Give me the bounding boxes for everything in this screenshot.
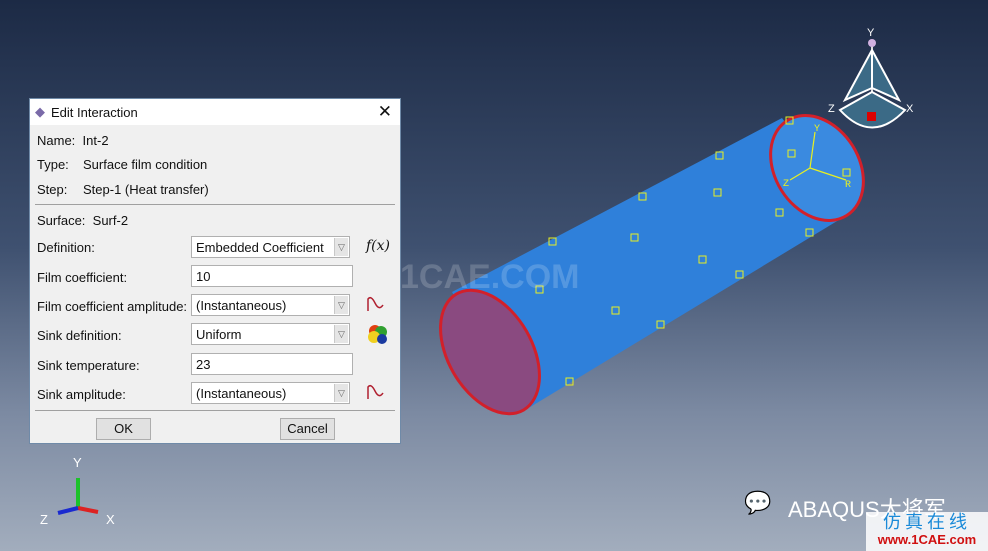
divider — [35, 410, 395, 411]
surface-row: Surface: Surf-2 — [37, 213, 128, 228]
csys-y-label: Y — [814, 124, 820, 135]
definition-select[interactable]: Embedded Coefficient ▽ — [191, 236, 350, 258]
sink-definition-label: Sink definition: — [37, 328, 122, 343]
chevron-down-icon[interactable]: ▽ — [334, 238, 348, 256]
type-value: Surface film condition — [83, 157, 208, 172]
cube-x-label: X — [906, 103, 914, 115]
name-row: Name: Int-2 — [37, 133, 109, 148]
triad-x-label: X — [106, 512, 115, 527]
definition-value: Embedded Coefficient — [196, 240, 324, 255]
csys-z-label: Z — [783, 179, 789, 190]
step-label: Step: — [37, 182, 68, 197]
step-value: Step-1 (Heat transfer) — [83, 182, 209, 197]
view-cube[interactable]: Y Z X — [828, 27, 914, 129]
film-coefficient-input[interactable]: 10 — [191, 265, 353, 287]
abaqus-app-icon: ◆ — [35, 104, 45, 119]
surface-value: Surf-2 — [92, 213, 129, 228]
type-label: Type: — [37, 157, 69, 172]
dialog-title: Edit Interaction — [51, 104, 138, 120]
sink-amplitude-select[interactable]: (Instantaneous) ▽ — [191, 382, 350, 404]
close-icon[interactable]: ✕ — [378, 102, 392, 122]
watermark-site: 仿真在线 www.1CAE.com — [866, 512, 988, 551]
chevron-down-icon[interactable]: ▽ — [334, 296, 348, 314]
film-amplitude-label: Film coefficient amplitude: — [37, 299, 188, 314]
cube-z-label: Z — [828, 103, 835, 115]
sink-temperature-label: Sink temperature: — [37, 358, 140, 373]
amplitude-icon[interactable] — [366, 295, 386, 313]
type-row: Type: Surface film condition — [37, 157, 207, 172]
watermark-center: 1CAE.COM — [400, 258, 579, 296]
triad-y-label: Y — [73, 455, 82, 470]
name-value: Int-2 — [82, 133, 109, 148]
edit-interaction-dialog: ◆ Edit Interaction ✕ Name: Int-2 Type: Su… — [29, 98, 401, 444]
sink-temperature-input[interactable]: 23 — [191, 353, 353, 375]
dialog-titlebar[interactable]: ◆ Edit Interaction ✕ — [30, 99, 400, 125]
definition-label: Definition: — [37, 240, 95, 255]
step-row: Step: Step-1 (Heat transfer) — [37, 182, 209, 197]
surface-label: Surface: — [37, 213, 86, 228]
csys-r-label: R — [845, 180, 851, 191]
chevron-down-icon[interactable]: ▽ — [334, 325, 348, 343]
sink-definition-select[interactable]: Uniform ▽ — [191, 323, 350, 345]
divider — [35, 204, 395, 205]
sink-amplitude-value: (Instantaneous) — [196, 386, 287, 401]
analytical-field-icon[interactable] — [366, 322, 390, 346]
ok-button[interactable]: OK — [96, 418, 151, 440]
sink-amplitude-label: Sink amplitude: — [37, 387, 126, 402]
function-fx-icon[interactable]: f(x) — [366, 238, 390, 254]
cancel-button[interactable]: Cancel — [280, 418, 335, 440]
film-coefficient-label: Film coefficient: — [37, 270, 128, 285]
watermark-site-cn: 仿真在线 — [883, 512, 971, 532]
amplitude-icon[interactable] — [366, 383, 386, 401]
film-amplitude-value: (Instantaneous) — [196, 298, 287, 313]
chevron-down-icon[interactable]: ▽ — [334, 384, 348, 402]
triad-z-label: Z — [40, 512, 48, 527]
film-amplitude-select[interactable]: (Instantaneous) ▽ — [191, 294, 350, 316]
watermark-site-url: www.1CAE.com — [877, 532, 977, 547]
global-triad: Y X Z — [40, 455, 115, 527]
sink-definition-value: Uniform — [196, 327, 242, 342]
name-label: Name: — [37, 133, 76, 148]
cube-y-label: Y — [867, 27, 875, 39]
wechat-icon: 💬 — [744, 490, 772, 515]
